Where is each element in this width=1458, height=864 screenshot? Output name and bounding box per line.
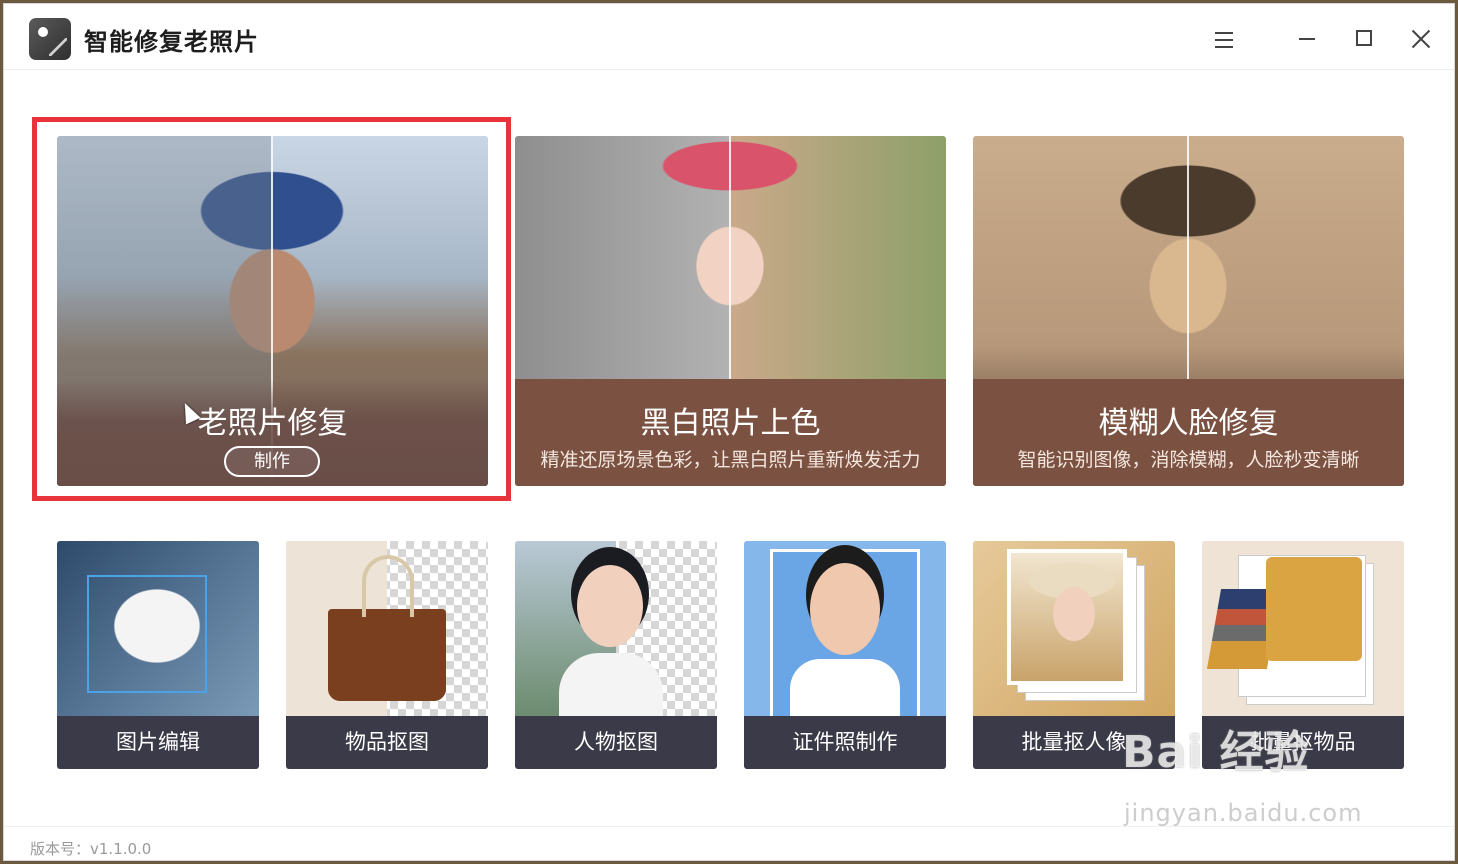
baidu-watermark-url: jingyan.baidu.com: [1124, 799, 1363, 827]
handbag-handle: [362, 555, 414, 617]
card-title: 黑白照片上色: [640, 406, 821, 441]
version-label: 版本号：v1.1.0.0: [30, 840, 152, 858]
yellow-tshirt: [1266, 557, 1362, 661]
man-shirt: [790, 659, 900, 716]
tool-object-cutout[interactable]: 物品抠图: [286, 541, 488, 769]
tool-image-edit[interactable]: 图片编辑: [57, 541, 259, 769]
menu-icon: [1215, 32, 1233, 34]
handbag-shape: [328, 609, 446, 701]
card-description: 智能识别图像，消除模糊，人脸秒变清晰: [1017, 449, 1360, 471]
menu-icon-line: [1215, 46, 1233, 48]
woman-portrait-thumbnail: [515, 541, 717, 716]
tool-label: 物品抠图: [286, 716, 488, 769]
bw-colorize-card[interactable]: 黑白照片上色 精准还原场景色彩，让黑白照片重新焕发活力: [515, 136, 946, 486]
person-head: [577, 565, 643, 647]
card-title: 模糊人脸修复: [1098, 406, 1279, 441]
id-photo-thumbnail: [744, 541, 946, 716]
baidu-watermark: Bai 经验: [1122, 727, 1310, 778]
selection-highlight: [32, 117, 511, 501]
maximize-icon: [1356, 30, 1372, 46]
menu-button[interactable]: [1209, 24, 1239, 54]
app-title: 智能修复老照片: [84, 28, 259, 56]
stack-top-photo: [1007, 549, 1127, 685]
stacked-tshirts-thumbnail: [1202, 541, 1404, 716]
person-body: [559, 653, 663, 716]
handbag-thumbnail: [286, 541, 488, 716]
app-window: 智能修复老照片 老照片修复 制作 黑白照片上色 精准还原场景色彩，让黑白照片重新…: [3, 3, 1455, 861]
minimize-button[interactable]: [1292, 24, 1322, 54]
card-description: 精准还原场景色彩，让黑白照片重新焕发活力: [540, 449, 921, 471]
maximize-button[interactable]: [1349, 24, 1379, 54]
stacked-portraits-thumbnail: [973, 541, 1175, 716]
menu-icon-line: [1215, 39, 1233, 41]
tool-id-photo[interactable]: 证件照制作: [744, 541, 946, 769]
tool-label: 图片编辑: [57, 716, 259, 769]
tool-person-cutout[interactable]: 人物抠图: [515, 541, 717, 769]
app-logo-icon: [29, 18, 71, 60]
woman-face: [1053, 587, 1095, 641]
crop-frame-icon: [87, 575, 207, 693]
blurry-face-repair-card[interactable]: 模糊人脸修复 智能识别图像，消除模糊，人脸秒变清晰: [973, 136, 1404, 486]
tool-label: 人物抠图: [515, 716, 717, 769]
title-bar: 智能修复老照片: [4, 4, 1454, 70]
close-button[interactable]: [1406, 24, 1436, 54]
man-head: [810, 563, 880, 655]
minimize-icon: [1299, 38, 1315, 40]
tool-label: 证件照制作: [744, 716, 946, 769]
white-cat-thumbnail: [57, 541, 259, 716]
